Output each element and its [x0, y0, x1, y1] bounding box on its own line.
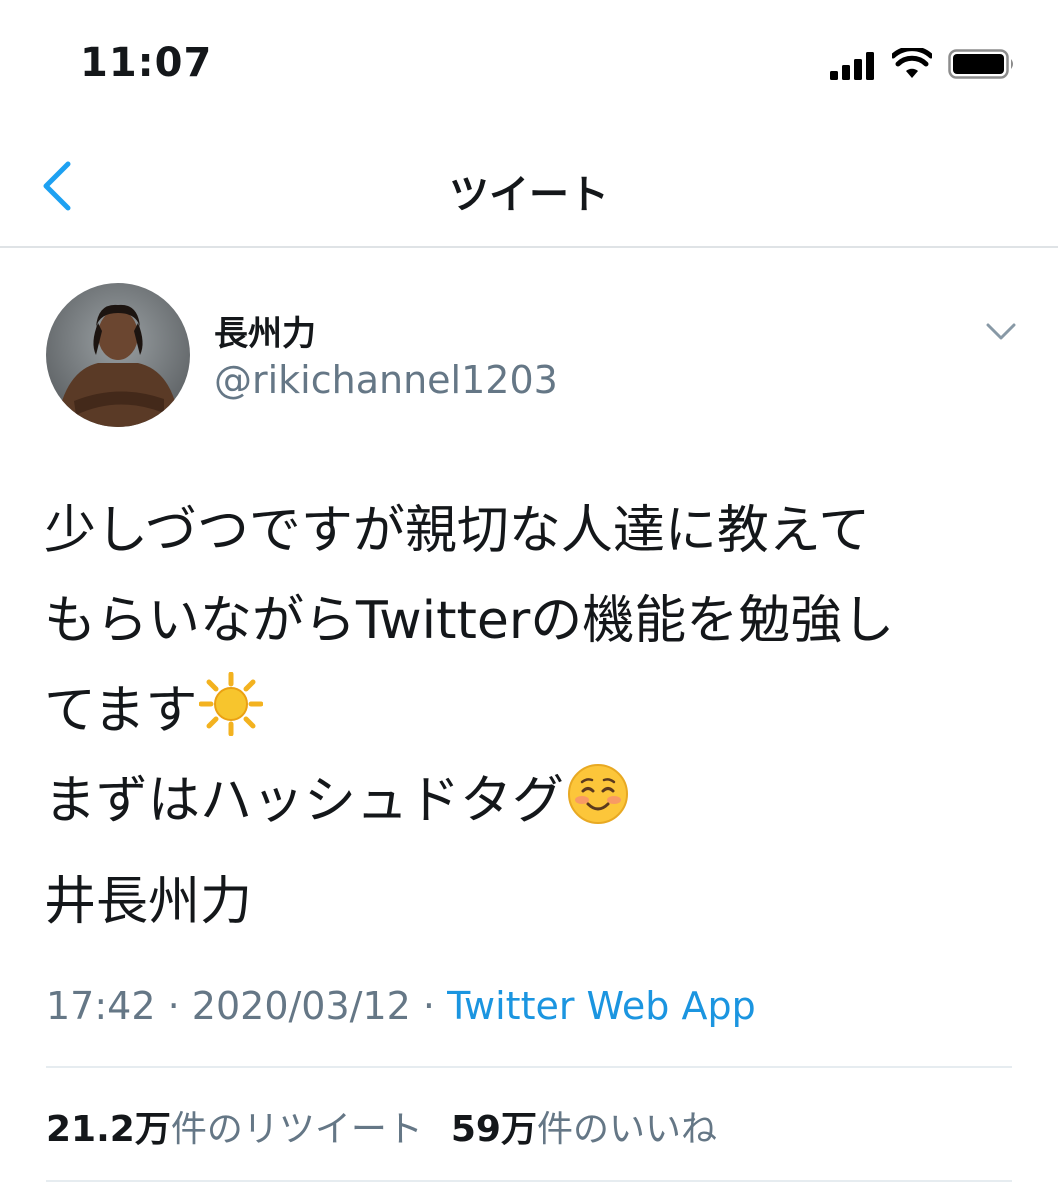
sun-emoji-icon: [199, 672, 264, 736]
battery-icon: [948, 49, 1013, 79]
status-clock: 11:07: [80, 40, 213, 86]
divider: [46, 1180, 1012, 1182]
wifi-icon: [892, 48, 932, 78]
tweet-text-segment: てます: [44, 681, 198, 741]
tweet-text-line: まずはハッシュドタグ: [44, 756, 1004, 846]
retweet-count: 21.2万: [46, 1109, 171, 1150]
cellular-signal-icon: [830, 52, 874, 80]
avatar-image: [46, 283, 190, 427]
author-handle[interactable]: @rikichannel1203: [214, 358, 558, 402]
tweet-stats: 21.2万件のリツイート 59万件のいいね: [46, 1100, 717, 1152]
like-label: 件のいいね: [536, 1109, 717, 1150]
tweet-text: 少しづつですが親切な人達に教えて もらいながらTwitterの機能を勉強し てま…: [44, 486, 1004, 846]
like-count-link[interactable]: 59万件のいいね: [451, 1100, 717, 1152]
tweet-date: 2020/03/12: [191, 984, 411, 1028]
tweet-text-line: もらいながらTwitterの機能を勉強し: [44, 591, 895, 651]
status-bar: 11:07: [0, 0, 1058, 120]
divider: [46, 1066, 1012, 1068]
chevron-down-icon[interactable]: [986, 322, 1016, 342]
tweet-meta: 17:42 · 2020/03/12 · Twitter Web App: [46, 984, 756, 1028]
like-count: 59万: [450, 1109, 537, 1150]
navigation-bar: ツイート: [0, 140, 1058, 248]
hashtag-text[interactable]: 井長州力: [44, 862, 252, 942]
tweet-text-line: てます: [44, 666, 1004, 756]
avatar[interactable]: [46, 283, 190, 427]
retweet-label: 件のリツイート: [170, 1109, 423, 1150]
meta-separator: ·: [422, 984, 436, 1028]
tweet-text-line: 少しづつですが親切な人達に教えて: [44, 501, 871, 561]
retweet-count-link[interactable]: 21.2万件のリツイート: [46, 1100, 423, 1152]
meta-separator: ·: [167, 984, 180, 1028]
smiling-face-emoji-icon: [568, 764, 629, 824]
tweet-time: 17:42: [46, 984, 156, 1028]
author-name[interactable]: 長州力: [214, 306, 316, 355]
tweet-text-segment: まずはハッシュドタグ: [44, 771, 565, 831]
page-title: ツイート: [449, 172, 609, 218]
tweet-source-link[interactable]: Twitter Web App: [447, 984, 756, 1028]
